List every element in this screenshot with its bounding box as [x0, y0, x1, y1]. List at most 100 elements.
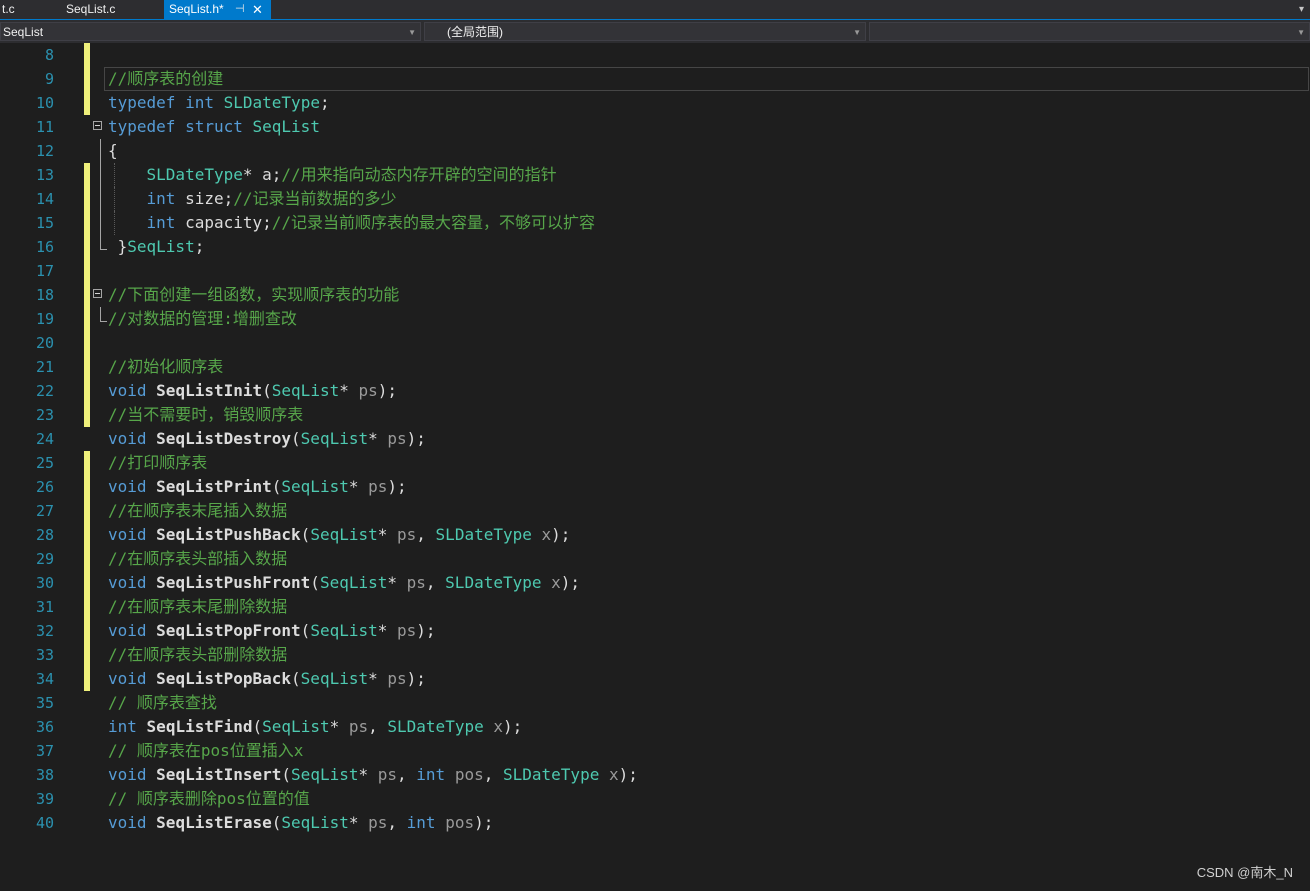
line-number: 20 [35, 334, 54, 352]
type-token: SeqList [319, 573, 388, 592]
line-number: 17 [35, 262, 54, 280]
code-token: ( [291, 669, 301, 688]
unsaved-change-marker [84, 259, 90, 283]
code-token: * [368, 429, 388, 448]
code-line[interactable]: 25 //打印顺序表 [0, 451, 1310, 475]
code-token: * [348, 477, 369, 496]
code-token: * [387, 573, 407, 592]
code-token: , [425, 573, 446, 592]
code-line[interactable]: 30 void SeqListPushFront(SeqList* ps, SLD… [0, 571, 1310, 595]
code-line[interactable]: 17 [0, 259, 1310, 283]
code-text: }SeqList; [108, 235, 205, 259]
code-line[interactable]: 38 void SeqListInsert(SeqList* ps, int po… [0, 763, 1310, 787]
tab-seqlist-h[interactable]: SeqList.h* ⊣ ✕ [164, 0, 271, 19]
unsaved-change-marker [84, 523, 90, 547]
code-editor[interactable]: 8 9 //顺序表的创建 10 typedef int SLDateType; 11 typ… [0, 43, 1310, 891]
context-dropdown[interactable]: (全局范围) ▼ [424, 22, 866, 41]
keyword-token: typedef [108, 117, 176, 136]
tab-overflow-dropdown-icon[interactable]: ▾ [1299, 0, 1304, 19]
line-number: 37 [35, 742, 54, 760]
code-line[interactable]: 40 void SeqListErase(SeqList* ps, int pos… [0, 811, 1310, 835]
unsaved-change-marker [84, 187, 90, 211]
code-line[interactable]: 26 void SeqListPrint(SeqList* ps); [0, 475, 1310, 499]
member-dropdown[interactable]: ▼ [869, 22, 1310, 41]
code-line[interactable]: 22 void SeqListInit(SeqList* ps); [0, 379, 1310, 403]
code-token: ; [194, 237, 205, 256]
function-token: SeqListDestroy [156, 429, 292, 448]
close-icon[interactable]: ✕ [252, 0, 263, 19]
code-line[interactable]: 8 [0, 43, 1310, 67]
code-text: // 顺序表在pos位置插入x [108, 739, 303, 763]
code-text: //在顺序表头部删除数据 [108, 643, 287, 667]
code-line[interactable]: 28 void SeqListPushBack(SeqList* ps, SLDa… [0, 523, 1310, 547]
code-text: //当不需要时，销毁顺序表 [108, 403, 303, 427]
code-line[interactable]: 11 typedef struct SeqList [0, 115, 1310, 139]
code-line[interactable]: 21 //初始化顺序表 [0, 355, 1310, 379]
type-token: SeqList [310, 525, 378, 544]
tab-t-c[interactable]: t.c [0, 0, 62, 19]
keyword-token: void [108, 477, 147, 496]
code-line[interactable]: 15 int capacity;//记录当前顺序表的最大容量，不够可以扩容 [0, 211, 1310, 235]
code-line[interactable]: 10 typedef int SLDateType; [0, 91, 1310, 115]
code-token: * [377, 621, 398, 640]
code-token: ); [551, 525, 571, 544]
pin-icon[interactable]: ⊣ [235, 0, 245, 19]
type-token: SeqList [127, 237, 195, 256]
code-token: ); [618, 765, 638, 784]
comment-token: //打印顺序表 [108, 453, 208, 472]
code-line[interactable]: 24 void SeqListDestroy(SeqList* ps); [0, 427, 1310, 451]
code-line[interactable]: 31 //在顺序表末尾删除数据 [0, 595, 1310, 619]
code-token: , [483, 765, 503, 784]
parameter-token: ps [348, 717, 369, 736]
comment-token: // 顺序表查找 [108, 693, 217, 712]
code-line[interactable]: 13 SLDateType* a;//用来指向动态内存开辟的空间的指针 [0, 163, 1310, 187]
code-line[interactable]: 9 //顺序表的创建 [0, 67, 1310, 91]
line-number: 24 [35, 430, 54, 448]
parameter-token: ps [368, 477, 388, 496]
line-number: 27 [35, 502, 54, 520]
code-line[interactable]: 18 //下面创建一组函数，实现顺序表的功能 [0, 283, 1310, 307]
unsaved-change-marker [84, 475, 90, 499]
comment-token: // 顺序表删除pos位置的值 [108, 789, 310, 808]
type-token: SeqList [281, 477, 349, 496]
code-line[interactable]: 39 // 顺序表删除pos位置的值 [0, 787, 1310, 811]
code-line[interactable]: 32 void SeqListPopFront(SeqList* ps); [0, 619, 1310, 643]
fold-region-end [100, 307, 107, 322]
function-token: SeqListErase [156, 813, 272, 832]
function-token: SeqListPrint [156, 477, 272, 496]
comment-token: // 顺序表在pos位置插入x [108, 741, 304, 760]
code-line[interactable]: 34 void SeqListPopBack(SeqList* ps); [0, 667, 1310, 691]
code-line[interactable]: 16 }SeqList; [0, 235, 1310, 259]
code-text: //在顺序表末尾删除数据 [108, 595, 287, 619]
line-number: 13 [35, 166, 54, 184]
unsaved-change-marker [84, 235, 90, 259]
code-line[interactable]: 33 //在顺序表头部删除数据 [0, 643, 1310, 667]
code-line[interactable]: 12 { [0, 139, 1310, 163]
code-line[interactable]: 37 // 顺序表在pos位置插入x [0, 739, 1310, 763]
collapse-icon[interactable] [93, 121, 102, 130]
keyword-token: void [108, 669, 147, 688]
code-line[interactable]: 14 int size;//记录当前数据的多少 [0, 187, 1310, 211]
scope-dropdown[interactable]: SeqList ▼ [0, 22, 421, 41]
fold-region-line [100, 211, 101, 235]
navigation-bar: SeqList ▼ (全局范围) ▼ ▼ [0, 20, 1310, 44]
keyword-token: typedef [108, 93, 176, 112]
collapse-icon[interactable] [93, 289, 102, 298]
type-token: SLDateType [503, 765, 600, 784]
code-line[interactable]: 19 //对数据的管理:增删查改 [0, 307, 1310, 331]
unsaved-change-marker [84, 547, 90, 571]
line-number: 21 [35, 358, 54, 376]
unsaved-change-marker [84, 619, 90, 643]
code-line[interactable]: 23 //当不需要时，销毁顺序表 [0, 403, 1310, 427]
code-line[interactable]: 27 //在顺序表末尾插入数据 [0, 499, 1310, 523]
code-line[interactable]: 20 [0, 331, 1310, 355]
code-line[interactable]: 36 int SeqListFind(SeqList* ps, SLDateTyp… [0, 715, 1310, 739]
code-line[interactable]: 29 //在顺序表头部插入数据 [0, 547, 1310, 571]
code-line[interactable]: 35 // 顺序表查找 [0, 691, 1310, 715]
code-text: void SeqListPushFront(SeqList* ps, SLDat… [108, 571, 580, 595]
tab-seqlist-c[interactable]: SeqList.c [60, 0, 164, 19]
keyword-token: void [108, 381, 147, 400]
